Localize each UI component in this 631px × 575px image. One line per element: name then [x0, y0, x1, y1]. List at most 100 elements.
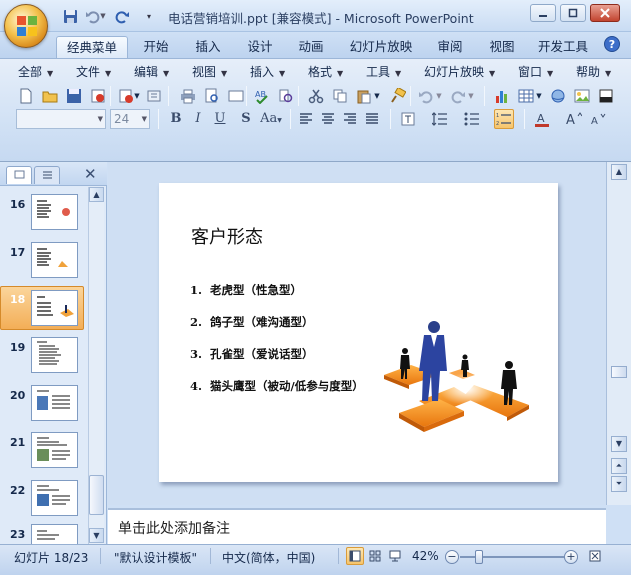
open-folder-icon[interactable]: [40, 86, 60, 106]
spelling-icon[interactable]: AB: [252, 86, 272, 106]
tab-slideshow[interactable]: 幻灯片放映: [346, 36, 416, 58]
print-icon[interactable]: [178, 86, 198, 106]
redo-list-icon[interactable]: ▼: [466, 86, 476, 106]
undo-list-icon[interactable]: ▼: [434, 86, 444, 106]
paste-icon[interactable]: [354, 86, 374, 106]
scrollbar-thumb[interactable]: [611, 366, 627, 378]
new-document-icon[interactable]: [16, 86, 36, 106]
zoom-out-button[interactable]: −: [445, 550, 459, 564]
numbering-icon[interactable]: 12: [494, 109, 514, 129]
permission-icon[interactable]: [88, 86, 108, 106]
slide-thumbnail[interactable]: [31, 524, 78, 544]
menu-view[interactable]: 视图 ▼: [192, 63, 227, 81]
print-preview-icon[interactable]: [202, 86, 222, 106]
menu-tools[interactable]: 工具 ▼: [366, 63, 401, 81]
redo-icon[interactable]: [112, 7, 132, 25]
menu-edit[interactable]: 编辑 ▼: [134, 63, 169, 81]
save-icon[interactable]: [64, 86, 84, 106]
cut-icon[interactable]: [306, 86, 326, 106]
shrink-font-icon[interactable]: A: [588, 109, 608, 129]
bold-icon[interactable]: B: [166, 109, 186, 129]
fit-to-window-icon[interactable]: [586, 547, 604, 565]
previous-slide-icon[interactable]: ⏶: [611, 458, 627, 474]
business-people-illustration[interactable]: [379, 313, 549, 438]
change-case-icon[interactable]: Aa▼: [258, 109, 284, 129]
publish-icon[interactable]: [144, 86, 164, 106]
undo-dropdown-icon[interactable]: ▼: [98, 7, 108, 25]
scroll-down-button[interactable]: ▼: [611, 436, 627, 452]
zoom-level[interactable]: 42%: [412, 549, 439, 563]
font-size-input[interactable]: 24 ▼: [110, 109, 150, 129]
slide-view-icon[interactable]: [226, 86, 246, 106]
bullet-item[interactable]: 4. 猫头鹰型（被动/低参与度型）: [190, 378, 364, 394]
menu-help[interactable]: 帮助 ▼: [576, 63, 611, 81]
slide-thumbnail[interactable]: [31, 385, 78, 421]
restore-button[interactable]: [560, 4, 586, 22]
slide-thumbnail[interactable]: [31, 432, 78, 468]
tab-classic-menu[interactable]: 经典菜单: [56, 36, 128, 58]
language-indicator[interactable]: 中文(简体，中国): [222, 549, 315, 566]
slides-tab[interactable]: [6, 166, 32, 184]
zoom-slider-handle[interactable]: [475, 550, 483, 564]
close-pane-icon[interactable]: ✕: [84, 165, 97, 183]
copy-icon[interactable]: [330, 86, 350, 106]
save-icon[interactable]: [60, 7, 80, 25]
slide-title[interactable]: 客户形态: [191, 223, 263, 249]
menu-format[interactable]: 格式 ▼: [308, 63, 343, 81]
chart-icon[interactable]: [492, 86, 512, 106]
tab-view[interactable]: 视图: [484, 36, 520, 58]
office-button[interactable]: [4, 4, 48, 48]
minimize-button[interactable]: [530, 4, 556, 22]
scroll-down-button[interactable]: ▼: [89, 528, 104, 543]
grow-font-icon[interactable]: A: [564, 109, 584, 129]
menu-file[interactable]: 文件 ▼: [76, 63, 111, 81]
customize-qat-icon[interactable]: ▾: [143, 7, 155, 25]
slide-scrollbar[interactable]: ▲ ▼ ⏶ ⏷: [606, 162, 631, 505]
slide-thumbnail-active[interactable]: [31, 290, 78, 326]
zoom-in-button[interactable]: +: [564, 550, 578, 564]
redo-icon[interactable]: [448, 86, 468, 106]
align-left-icon[interactable]: [296, 109, 316, 129]
tab-design[interactable]: 设计: [242, 36, 278, 58]
tab-developer[interactable]: 开发工具: [532, 36, 594, 58]
slide-layout-icon[interactable]: [596, 86, 616, 106]
picture-icon[interactable]: [572, 86, 592, 106]
font-name-input[interactable]: ▼: [16, 109, 106, 129]
justify-icon[interactable]: [362, 109, 382, 129]
tab-home[interactable]: 开始: [138, 36, 174, 58]
research-icon[interactable]: [276, 86, 296, 106]
next-slide-icon[interactable]: ⏷: [611, 476, 627, 492]
undo-icon[interactable]: [416, 86, 436, 106]
slide-canvas[interactable]: 客户形态 1. 老虎型（性急型） 2. 鸽子型（难沟通型） 3. 孔雀型（爱说话型） …: [159, 183, 558, 482]
normal-view-icon[interactable]: [346, 547, 364, 565]
thumbnails-scrollbar[interactable]: ▲ ▼: [88, 187, 104, 544]
bullet-item[interactable]: 3. 孔雀型（爱说话型）: [190, 346, 314, 362]
menu-slideshow[interactable]: 幻灯片放映 ▼: [424, 63, 495, 81]
font-color-icon[interactable]: A: [532, 109, 552, 129]
close-button[interactable]: [590, 4, 620, 22]
table-icon[interactable]: [516, 86, 536, 106]
help-icon[interactable]: ?: [604, 36, 620, 52]
shadow-icon[interactable]: S: [236, 109, 256, 129]
scrollbar-thumb[interactable]: [89, 475, 104, 515]
notes-pane[interactable]: 单击此处添加备注: [108, 508, 606, 544]
slideshow-icon[interactable]: [386, 547, 404, 565]
hyperlink-icon[interactable]: [548, 86, 568, 106]
menu-all[interactable]: 全部 ▼: [18, 63, 53, 81]
line-spacing-icon[interactable]: [430, 109, 450, 129]
bullet-item[interactable]: 1. 老虎型（性急型）: [190, 282, 302, 298]
slide-sorter-icon[interactable]: [366, 547, 384, 565]
menu-insert[interactable]: 插入 ▼: [250, 63, 285, 81]
email-dropdown-icon[interactable]: ▼: [132, 86, 142, 106]
scroll-up-button[interactable]: ▲: [89, 187, 104, 202]
tab-review[interactable]: 审阅: [432, 36, 468, 58]
format-painter-icon[interactable]: [388, 86, 408, 106]
bullet-item[interactable]: 2. 鸽子型（难沟通型）: [190, 314, 314, 330]
italic-icon[interactable]: I: [188, 109, 208, 129]
theme-name[interactable]: "默认设计模板": [114, 549, 197, 566]
slide-thumbnail[interactable]: [31, 194, 78, 230]
bullets-icon[interactable]: [462, 109, 482, 129]
slide-thumbnail[interactable]: [31, 480, 78, 516]
scroll-up-button[interactable]: ▲: [611, 164, 627, 180]
text-box-icon[interactable]: [398, 109, 418, 129]
